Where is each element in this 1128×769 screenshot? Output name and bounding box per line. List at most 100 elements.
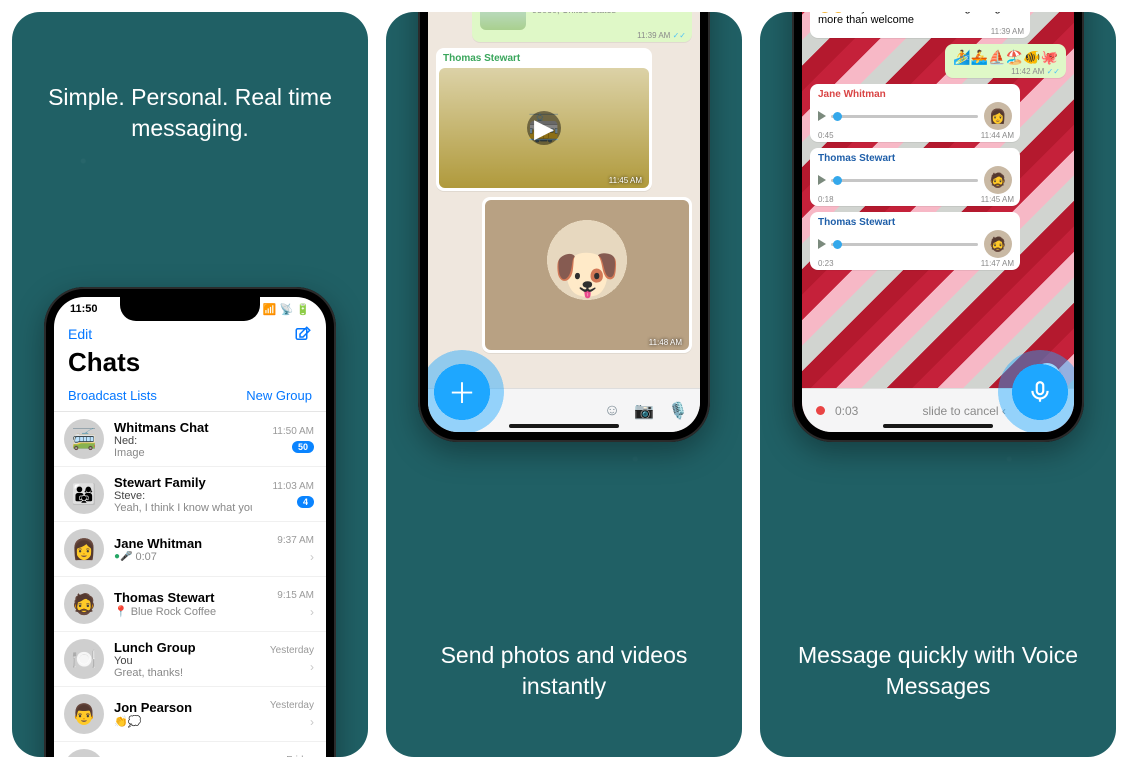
avatar: 🚎 bbox=[64, 419, 104, 459]
home-indicator bbox=[883, 424, 993, 428]
play-icon[interactable] bbox=[818, 111, 826, 121]
avatar: 👨‍👩‍👧 bbox=[64, 474, 104, 514]
sender-name: Thomas Stewart bbox=[818, 217, 1012, 228]
mic-icon[interactable]: 🎙️ bbox=[668, 401, 688, 421]
edit-button[interactable]: Edit bbox=[68, 326, 92, 342]
unread-badge: 50 bbox=[292, 441, 314, 453]
timestamp: 11:39 AM bbox=[637, 31, 686, 40]
chat-preview: ●🎤0:07 bbox=[114, 551, 252, 563]
chat-row[interactable]: 🚎 Whitmans ChatNed:Image 11:50 AM 50 bbox=[54, 412, 326, 467]
sender-name: Thomas Stewart bbox=[818, 153, 1012, 164]
timestamp: 11:42 AM bbox=[1011, 67, 1060, 76]
map-thumb-icon bbox=[480, 12, 526, 30]
voice-duration: 0:45 bbox=[818, 131, 834, 140]
chat-preview: Image bbox=[114, 447, 252, 459]
timestamp: 11:48 AM bbox=[649, 338, 682, 347]
chat-name: Jon Pearson bbox=[114, 700, 252, 715]
link-subtitle: 71 West Cliff Drive, Santa Cruz, CA 9506… bbox=[532, 12, 684, 15]
chat-preview-sender: You bbox=[114, 655, 252, 667]
avatar: 👩 bbox=[984, 102, 1012, 130]
chat-time: 9:37 AM bbox=[277, 535, 314, 546]
timestamp: 11:39 AM bbox=[991, 27, 1024, 36]
attach-button[interactable]: ＋ bbox=[428, 350, 504, 432]
home-indicator bbox=[509, 424, 619, 428]
chat-row[interactable]: 🍽️Lunch GroupYouGreat, thanks!Yesterday› bbox=[54, 632, 326, 687]
new-group-button[interactable]: New Group bbox=[246, 388, 312, 403]
chat-row[interactable]: 👧Alice😊😍😘Friday› bbox=[54, 742, 326, 757]
panel-caption: Message quickly with Voice Messages bbox=[788, 640, 1088, 702]
dog-placeholder: 🐶 bbox=[553, 244, 620, 307]
chat-name: Lunch Group bbox=[114, 640, 252, 655]
chat-row[interactable]: 👨‍👩‍👧Stewart FamilySteve:Yeah, I think I… bbox=[54, 467, 326, 522]
voice-duration: 0:18 bbox=[818, 195, 834, 204]
record-indicator-icon bbox=[816, 406, 825, 415]
chat-row[interactable]: 🧔Thomas Stewart📍Blue Rock Coffee9:15 AM› bbox=[54, 577, 326, 632]
text-message-in[interactable]: Francis Whitman😄😄 Anyone who wants to ta… bbox=[810, 12, 1030, 38]
phone-notch bbox=[120, 297, 260, 321]
chat-preview: Great, thanks! bbox=[114, 667, 252, 679]
message-body: 🏄🚣⛵🏖️🐠🐙 bbox=[953, 49, 1058, 66]
play-icon[interactable] bbox=[818, 175, 826, 185]
voice-message-in[interactable]: Thomas Stewart🧔0:2311:47 AM bbox=[810, 212, 1020, 270]
status-time: 11:50 bbox=[70, 303, 98, 315]
chat-list: 🚎 Whitmans ChatNed:Image 11:50 AM 50 👨‍👩‍👧 St… bbox=[54, 412, 326, 757]
message-list: 👨 11:38 PM Francis Whitman Nice! I defin… bbox=[428, 12, 700, 388]
phone-frame: 👨 11:38 PM Francis Whitman Nice! I defin… bbox=[418, 12, 710, 442]
chat-time: 11:50 AM bbox=[272, 426, 314, 437]
page-title: Chats bbox=[54, 345, 326, 384]
chat-name: Whitmans Chat bbox=[114, 420, 252, 435]
voice-message-in[interactable]: Thomas Stewart🧔0:1811:45 AM bbox=[810, 148, 1020, 206]
message-list: Jane Whitman👩0:1511:37 AM👨0:0911:38 AMFr… bbox=[802, 12, 1074, 388]
play-overlay-icon[interactable]: ▶ bbox=[527, 111, 561, 145]
emoji-message-out[interactable]: 🏄🚣⛵🏖️🐠🐙11:42 AM bbox=[945, 44, 1066, 78]
chat-time: Yesterday bbox=[270, 700, 314, 711]
chat-name: Alice bbox=[114, 755, 252, 757]
timestamp: 11:44 AM bbox=[981, 131, 1014, 140]
sticker-icon[interactable]: ☺ bbox=[604, 402, 620, 420]
record-button[interactable] bbox=[998, 350, 1074, 432]
panel-voice: Jane Whitman👩0:1511:37 AM👨0:0911:38 AMFr… bbox=[760, 12, 1116, 757]
compose-icon[interactable] bbox=[294, 325, 312, 343]
chevron-right-icon: › bbox=[310, 605, 314, 619]
panel-caption: Simple. Personal. Real time messaging. bbox=[40, 82, 340, 144]
chat-name: Jane Whitman bbox=[114, 536, 252, 551]
camera-icon[interactable]: 📷 bbox=[634, 401, 654, 421]
message-body: 😄😄 Anyone who wants to tag along is more… bbox=[818, 12, 1022, 26]
chat-time: 9:15 AM bbox=[277, 590, 314, 601]
chat-preview: 📍Blue Rock Coffee bbox=[114, 605, 252, 618]
chat-name: Stewart Family bbox=[114, 475, 252, 490]
chat-screen: Jane Whitman👩0:1511:37 AM👨0:0911:38 AMFr… bbox=[802, 12, 1074, 432]
chat-preview-sender: Steve: bbox=[114, 490, 252, 502]
nav-row: Edit bbox=[54, 321, 326, 345]
video-message-in[interactable]: Thomas Stewart 🚋 ▶ 11:45 AM bbox=[436, 48, 652, 191]
chat-row[interactable]: 👩Jane Whitman●🎤0:079:37 AM› bbox=[54, 522, 326, 577]
chat-preview: 👏💭 bbox=[114, 715, 252, 728]
avatar: 👧 bbox=[64, 749, 104, 757]
avatar: 🍽️ bbox=[64, 639, 104, 679]
chat-name: Thomas Stewart bbox=[114, 590, 252, 605]
location-pin-icon: 📍 bbox=[114, 605, 128, 618]
wifi-icon: 📡 bbox=[280, 303, 294, 316]
timestamp: 11:47 AM bbox=[981, 259, 1014, 268]
mic-icon: ●🎤 bbox=[114, 551, 133, 562]
chat-time: 11:03 AM bbox=[272, 481, 314, 492]
record-time: 0:03 bbox=[835, 404, 858, 418]
chat-preview-sender: Ned: bbox=[114, 435, 252, 447]
timestamp: 11:45 AM bbox=[609, 176, 642, 185]
chat-time: Friday bbox=[286, 755, 314, 758]
broadcast-lists-button[interactable]: Broadcast Lists bbox=[68, 388, 157, 403]
panel-media: 👨 11:38 PM Francis Whitman Nice! I defin… bbox=[386, 12, 742, 757]
play-icon[interactable] bbox=[818, 239, 826, 249]
battery-icon: 🔋 bbox=[296, 303, 310, 316]
sender-name: Jane Whitman bbox=[818, 89, 1012, 100]
link-message-out[interactable]: Santa Cruz Surfing Mus… 71 West Cliff Dr… bbox=[472, 12, 692, 42]
avatar: 👨 bbox=[64, 694, 104, 734]
voice-message-in[interactable]: Jane Whitman 👩 0:45 11:44 AM bbox=[810, 84, 1020, 142]
phone-frame: Jane Whitman👩0:1511:37 AM👨0:0911:38 AMFr… bbox=[792, 12, 1084, 442]
unread-badge: 4 bbox=[297, 496, 314, 508]
chevron-right-icon: › bbox=[310, 550, 314, 564]
photo-message-out[interactable]: 🐶 11:48 AM bbox=[482, 197, 692, 353]
chevron-right-icon: › bbox=[310, 715, 314, 729]
chat-row[interactable]: 👨 Jon Pearson👏💭 Yesterday › bbox=[54, 687, 326, 742]
chevron-right-icon: › bbox=[310, 660, 314, 674]
